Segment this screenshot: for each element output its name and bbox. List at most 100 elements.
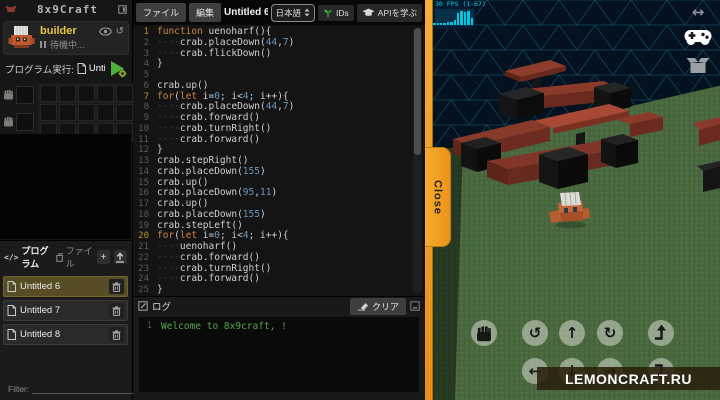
crab-logo-icon bbox=[5, 5, 17, 12]
inventory-slot[interactable] bbox=[97, 85, 114, 102]
line-number: 20 bbox=[138, 231, 149, 242]
line-number: 7 bbox=[143, 91, 149, 102]
delete-program-button[interactable] bbox=[109, 303, 124, 318]
trash-icon bbox=[112, 329, 121, 340]
hand-slot[interactable] bbox=[16, 113, 34, 131]
inventory-slot[interactable] bbox=[116, 104, 133, 121]
editor-column: ファイル 編集 Untitled 6 日本語 IDs APIを学ぶ 1 funct… bbox=[133, 0, 425, 400]
language-select[interactable]: 日本語 bbox=[270, 3, 316, 22]
control-hand-button[interactable] bbox=[471, 320, 497, 346]
log-edit-icon bbox=[138, 301, 148, 311]
run-program-button[interactable] bbox=[108, 59, 127, 78]
program-name: Untitled 6 bbox=[20, 281, 61, 292]
rotate-left-icon: ↺ bbox=[528, 324, 542, 342]
control-turn-right-button[interactable]: ↻ bbox=[597, 320, 623, 346]
inventory-slot[interactable] bbox=[59, 104, 76, 121]
code-line[interactable]: 4} bbox=[133, 58, 425, 70]
line-number: 15 bbox=[138, 177, 149, 188]
resize-icon[interactable]: ↔ bbox=[692, 5, 705, 20]
code-editor[interactable]: 1 function uenoharf(){2 ····crab.placeDown… bbox=[133, 25, 425, 296]
log-panel: ログ クリア 1 Welcome to 8x9craft, ! bbox=[133, 296, 425, 400]
fps-bar bbox=[457, 13, 460, 25]
add-program-button[interactable]: + bbox=[96, 250, 110, 264]
fps-bar bbox=[446, 22, 450, 25]
inventory-slot[interactable] bbox=[97, 104, 114, 121]
turn-up-icon bbox=[655, 324, 666, 340]
code-line[interactable]: 14 crab.placeDown(155) bbox=[133, 166, 425, 178]
inventory-slot[interactable] bbox=[116, 85, 133, 102]
code-text: ····crab.forward() bbox=[157, 133, 260, 145]
code-line[interactable]: 6 crab.up() bbox=[133, 80, 425, 92]
code-line[interactable]: 25} bbox=[133, 284, 425, 296]
game-toolbar: ↔ bbox=[683, 5, 713, 74]
box-icon[interactable] bbox=[686, 55, 710, 74]
log-line-number: 1 bbox=[146, 321, 152, 331]
run-program-name: Untitled 6 bbox=[88, 63, 105, 74]
inventory-slot[interactable] bbox=[78, 85, 95, 102]
inventory-slot[interactable] bbox=[78, 104, 95, 121]
log-message: Welcome to 8x9craft, ! bbox=[161, 321, 287, 332]
arrow-up-icon: ↑ bbox=[565, 324, 579, 342]
code-line[interactable]: 18 crab.placeDown(155) bbox=[133, 209, 425, 221]
line-number: 22 bbox=[138, 252, 149, 263]
panel-toggle-icon[interactable] bbox=[118, 5, 127, 14]
code-line[interactable]: 11 ····crab.forward() bbox=[133, 133, 425, 146]
file-menu-button[interactable]: ファイル bbox=[136, 3, 187, 22]
run-row: プログラム実行: Untitled 6 bbox=[0, 55, 132, 80]
inventory-slot[interactable] bbox=[59, 85, 76, 102]
line-number: 9 bbox=[143, 113, 149, 123]
close-tab[interactable]: Close bbox=[425, 147, 451, 247]
trash-icon bbox=[112, 281, 121, 292]
line-number: 16 bbox=[138, 188, 149, 199]
code-line[interactable]: 24 ····crab.forward() bbox=[133, 273, 425, 285]
fps-bar bbox=[463, 12, 467, 25]
line-number: 4 bbox=[143, 59, 149, 70]
logo-row: 8x9Craft bbox=[0, 0, 132, 19]
line-number: 2 bbox=[143, 37, 149, 48]
reset-icon[interactable]: ↺ bbox=[116, 26, 124, 37]
inventory-slot[interactable] bbox=[40, 104, 57, 121]
learn-api-button[interactable]: APIを学ぶ bbox=[356, 3, 422, 22]
game-view: Close 30 FPS (1-67) ↔ ↺ ↑ ↻ ← LEMONCRAFT… bbox=[425, 0, 720, 400]
line-number: 23 bbox=[138, 263, 149, 274]
robot-status: 待機中... bbox=[50, 40, 85, 50]
program-list: Untitled 6 Untitled 7 Untitled 8 bbox=[0, 273, 131, 380]
hand-icon bbox=[4, 117, 13, 127]
document-icon bbox=[77, 63, 86, 74]
line-number: 18 bbox=[138, 209, 149, 220]
minimize-icon[interactable] bbox=[410, 301, 420, 311]
robot-avatar bbox=[8, 26, 35, 48]
eye-icon[interactable] bbox=[98, 26, 112, 36]
fps-meter: 30 FPS (1-67) bbox=[433, 0, 486, 29]
log-entry: 1 Welcome to 8x9craft, ! bbox=[139, 321, 419, 332]
control-forward-button[interactable]: ↑ bbox=[559, 320, 585, 346]
tab-files[interactable]: ファイル bbox=[56, 244, 93, 270]
program-item[interactable]: Untitled 6 bbox=[3, 276, 128, 297]
upload-button[interactable] bbox=[113, 250, 127, 264]
line-number: 6 bbox=[143, 80, 149, 91]
code-line[interactable]: 3 ····crab.flickDown() bbox=[133, 48, 425, 60]
log-clear-button[interactable]: クリア bbox=[349, 297, 406, 315]
delete-program-button[interactable] bbox=[109, 327, 124, 342]
filter-input[interactable] bbox=[32, 383, 150, 394]
line-number: 1 bbox=[143, 27, 149, 37]
control-up-button[interactable] bbox=[648, 320, 674, 346]
editor-scrollbar[interactable] bbox=[413, 28, 422, 293]
document-icon bbox=[7, 305, 16, 316]
delete-program-button[interactable] bbox=[109, 279, 124, 294]
inventory-slot[interactable] bbox=[40, 85, 57, 102]
tab-programs[interactable]: </> プログラム bbox=[4, 244, 52, 270]
app-window: 8x9Craft builder ↺ 待機中... プログラム実行: Unti … bbox=[0, 0, 720, 400]
ids-button[interactable]: IDs bbox=[318, 4, 354, 21]
edit-menu-button[interactable]: 編集 bbox=[189, 3, 222, 22]
hand-slot[interactable] bbox=[16, 86, 34, 104]
trash-icon bbox=[112, 305, 121, 316]
fps-bar bbox=[460, 11, 463, 25]
program-item[interactable]: Untitled 8 bbox=[3, 324, 128, 345]
gamepad-icon[interactable] bbox=[683, 27, 713, 46]
scrollbar-thumb[interactable] bbox=[414, 28, 421, 156]
code-lines: 1 function uenoharf(){2 ····crab.placeDown… bbox=[133, 26, 425, 296]
control-turn-left-button[interactable]: ↺ bbox=[522, 320, 548, 346]
line-number: 5 bbox=[143, 70, 149, 80]
program-item[interactable]: Untitled 7 bbox=[3, 300, 128, 321]
